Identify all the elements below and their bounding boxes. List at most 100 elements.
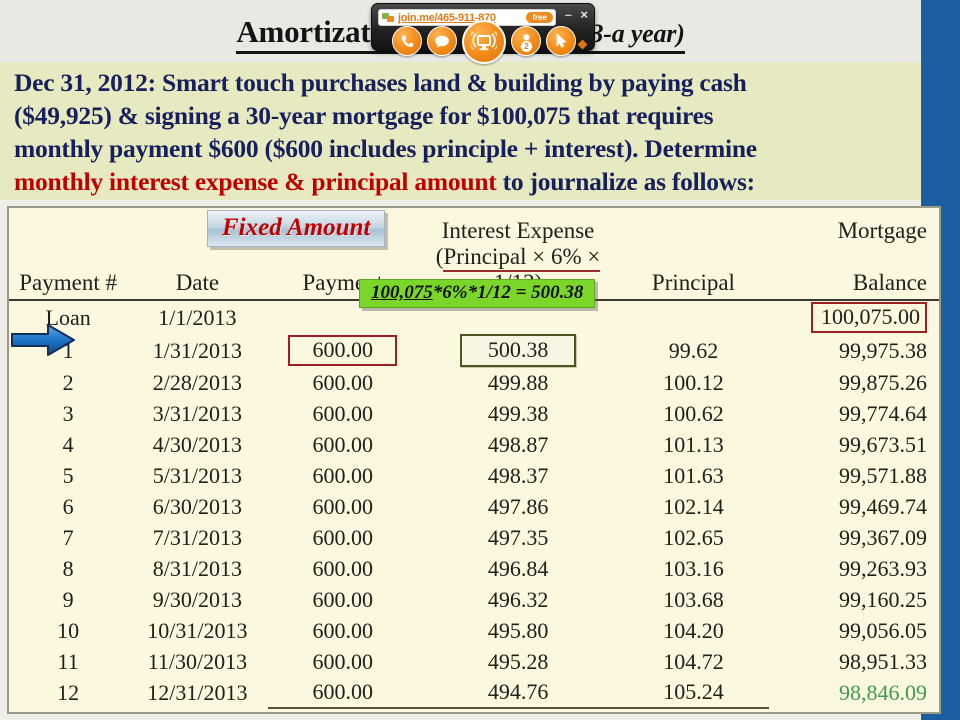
- cell-principal: 104.20: [663, 617, 724, 643]
- cell-balance: 99,774.64: [839, 400, 927, 426]
- cell-interest: 495.28: [487, 648, 549, 674]
- cell-payment: 600.00: [312, 555, 373, 581]
- cell-date: 11/30/2013: [147, 648, 248, 674]
- cell-date: 7/31/2013: [152, 524, 243, 550]
- cell-payment-number: 6: [62, 493, 74, 519]
- cell-balance: 98,951.33: [839, 648, 927, 674]
- cell-principal: 100.62: [663, 400, 724, 426]
- cell-balance: 99,571.88: [839, 462, 927, 488]
- table-row: 8 8/31/2013 600.00 496.84 103.16 99,263.93: [9, 553, 939, 584]
- table-row: 10 10/31/2013 600.00 495.80 104.20 99,056.05: [9, 615, 939, 646]
- joinme-chat-button[interactable]: [427, 26, 457, 56]
- header-balance: Balance: [852, 270, 927, 295]
- intro-line-3: monthly payment $600 ($600 includes prin…: [14, 134, 757, 163]
- cell-payment: 600.00: [312, 586, 373, 612]
- cell-interest: 496.84: [487, 555, 549, 581]
- cell-payment: 600.00: [312, 679, 373, 704]
- totals-row: 2013 totals 7,200.00 5,971.09 1,228.91: [9, 711, 939, 712]
- pointer-icon: [556, 33, 567, 48]
- totals-payment: 7,200.00: [268, 711, 418, 712]
- cell-payment-highlight: 600.00: [288, 335, 397, 366]
- slide-screen: Amortization Schedule (2013-a year) Dec …: [0, 0, 960, 720]
- table-body: Loan 1/1/2013 100,075.00 1 1/31/2013 600.00 50…: [9, 300, 939, 708]
- cell-payment: 600.00: [312, 369, 373, 395]
- participants-count-badge: 2: [521, 41, 532, 52]
- joinme-minimize-button[interactable]: –: [565, 8, 572, 22]
- cell-date: 8/31/2013: [152, 555, 243, 581]
- totals-interest: 5,971.09: [418, 711, 618, 712]
- joinme-phone-button[interactable]: [392, 26, 422, 56]
- cell-date: 1/31/2013: [152, 337, 243, 363]
- cell-payment-number: 9: [62, 586, 74, 612]
- cell-interest: 497.35: [487, 524, 549, 550]
- cell-principal: 102.14: [663, 493, 724, 519]
- formula-remainder: *6%*1/12 = 500.38: [432, 282, 584, 303]
- cell-balance: 99,056.05: [839, 617, 927, 643]
- cell-principal: 101.13: [663, 431, 724, 457]
- table-row: 7 7/31/2013 600.00 497.35 102.65 99,367.09: [9, 522, 939, 553]
- cell-principal: [618, 300, 768, 334]
- cell-balance-highlight: 100,075.00: [811, 302, 927, 333]
- totals-balance: [769, 711, 939, 712]
- cell-balance: 99,367.09: [839, 524, 927, 550]
- table-row: 9 9/30/2013 600.00 496.32 103.68 99,160.25: [9, 584, 939, 615]
- joinme-close-button[interactable]: ×: [580, 8, 588, 22]
- cell-interest-highlight: 500.38: [459, 334, 577, 367]
- cell-payment-number: 8: [62, 555, 74, 581]
- totals-principal: 1,228.91: [618, 711, 768, 712]
- intro-line-2: ($49,925) & signing a 30-year mortgage f…: [14, 101, 714, 130]
- cell-interest: 498.37: [487, 462, 549, 488]
- cell-payment-number: 10: [57, 617, 80, 643]
- joinme-participants-button[interactable]: 2: [511, 26, 541, 56]
- blue-arrow-icon: [11, 324, 75, 356]
- cell-balance: 100,075.00: [769, 300, 939, 334]
- cell-payment: 600.00: [312, 648, 373, 674]
- cell-principal: 102.65: [663, 524, 724, 550]
- cell-payment: 600.00: [268, 334, 418, 367]
- header-spacer-num: [9, 208, 127, 244]
- table-row: 1 1/31/2013 600.00 500.38 99.62 99,975.38: [9, 334, 939, 367]
- header-spacer-principal: [618, 208, 768, 244]
- cell-date: 3/31/2013: [152, 400, 243, 426]
- cell-interest: 497.86: [487, 493, 549, 519]
- cell-payment-number: 5: [62, 462, 74, 488]
- joinme-screenshare-button[interactable]: [462, 20, 506, 64]
- table-header-top-row: Interest Expense Mortgage: [9, 208, 939, 244]
- joinme-url-bar[interactable]: join.me/465-911-870 free: [378, 9, 556, 26]
- cell-balance: 99,673.51: [839, 431, 927, 457]
- cell-interest: 498.87: [487, 431, 549, 457]
- cell-payment-number: 11: [57, 648, 79, 674]
- intro-paragraph: Dec 31, 2012: Smart touch purchases land…: [14, 66, 914, 198]
- joinme-toolbar[interactable]: join.me/465-911-870 free – × 2: [371, 3, 595, 64]
- header-mortgage: Mortgage: [837, 218, 927, 243]
- interest-formula-callout: 100,075*6%*1/12 = 500.38: [359, 279, 596, 308]
- header-principal: Principal: [651, 270, 735, 295]
- cell-date: 9/30/2013: [152, 586, 243, 612]
- joinme-pointer-button[interactable]: [546, 26, 576, 56]
- table-row: 5 5/31/2013 600.00 498.37 101.63 99,571.88: [9, 460, 939, 491]
- formula-principal-value: 100,075: [371, 282, 433, 303]
- table-row: 6 6/30/2013 600.00 497.86 102.14 99,469.74: [9, 491, 939, 522]
- screenshare-icon: [471, 31, 497, 51]
- header-payment-number: Payment #: [19, 270, 117, 295]
- fixed-amount-callout: Fixed Amount: [207, 210, 386, 247]
- cell-interest: 495.80: [487, 617, 549, 643]
- header-date: Date: [175, 270, 220, 295]
- cell-payment: 600.00: [312, 431, 373, 457]
- chat-icon: [435, 35, 449, 48]
- cell-payment-number: 2: [62, 369, 74, 395]
- cell-principal: 103.68: [663, 586, 724, 612]
- cell-principal: 99.62: [668, 337, 719, 363]
- table-row: 11 11/30/2013 600.00 495.28 104.72 98,951.33: [9, 646, 939, 677]
- phone-icon: [401, 34, 413, 47]
- cell-balance: 99,975.38: [839, 337, 927, 363]
- cell-principal: 103.16: [663, 555, 724, 581]
- cell-payment-number: 12: [57, 679, 80, 705]
- totals-spacer: [9, 711, 127, 712]
- header-interest-expense: Interest Expense: [441, 218, 595, 243]
- cell-balance: 99,263.93: [839, 555, 927, 581]
- cell-payment-number: 4: [62, 431, 74, 457]
- cell-payment: 600.00: [312, 462, 373, 488]
- cell-payment-number: 3: [62, 400, 74, 426]
- cell-date: 4/30/2013: [152, 431, 243, 457]
